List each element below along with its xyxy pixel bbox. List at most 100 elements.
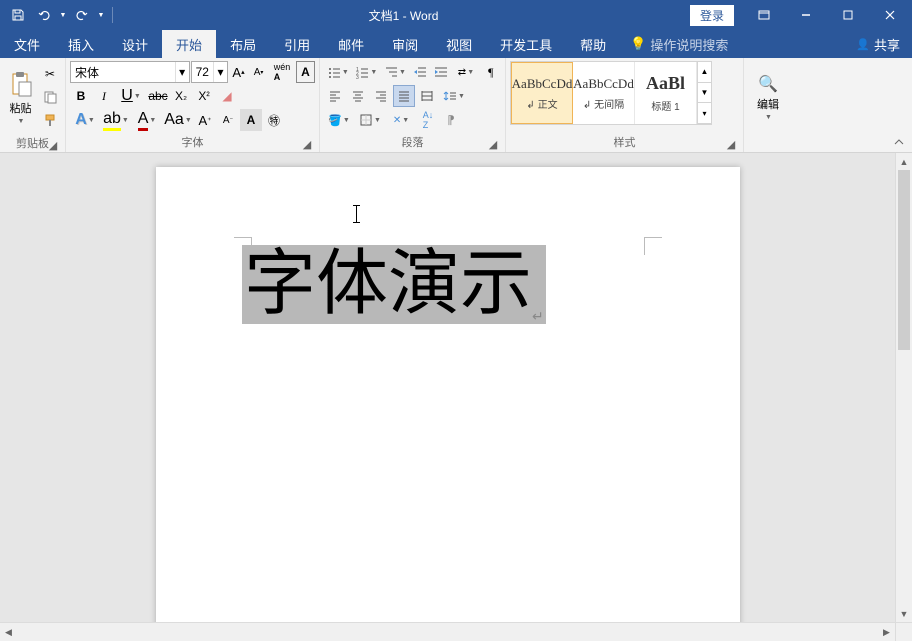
subscript-button[interactable]: X₂ [170,85,192,107]
tab-developer[interactable]: 开发工具 [486,30,566,58]
selected-text[interactable]: 字体演示↵ [242,245,546,324]
highlight-button[interactable]: ab▼ [101,109,131,131]
shading-button[interactable]: 🪣▼ [324,109,354,131]
asian-layout-button[interactable]: ⇄▼ [452,61,480,83]
share-button[interactable]: 👤 共享 [844,30,912,58]
tab-review[interactable]: 审阅 [378,30,432,58]
tab-mailings[interactable]: 邮件 [324,30,378,58]
scroll-thumb[interactable] [898,170,910,350]
editing-button[interactable]: 🔍 编辑 ▼ [748,61,788,133]
shrink-font-button[interactable]: A▾ [249,61,268,83]
numbering-button[interactable]: 123▼ [353,61,381,83]
login-button[interactable]: 登录 [690,5,734,26]
italic-button[interactable]: I [93,85,115,107]
bold-button[interactable]: B [70,85,92,107]
undo-dropdown-icon[interactable]: ▼ [58,3,68,27]
scroll-right-button[interactable]: ▶ [878,623,895,641]
tab-design[interactable]: 设计 [108,30,162,58]
paragraph-dialog-launcher[interactable]: ◢ [487,138,499,150]
show-marks-button[interactable]: ¶ [481,61,501,83]
distributed-button[interactable] [416,85,438,107]
scroll-down-button[interactable]: ▼ [896,605,912,622]
strikethrough-button[interactable]: abc [147,85,169,107]
chevron-down-icon[interactable]: ▾ [175,62,189,82]
underline-button[interactable]: U▼ [116,85,146,107]
tell-me-search[interactable]: 💡 操作说明搜索 [620,30,738,58]
paste-button[interactable]: 粘贴 ▼ [4,61,37,133]
paragraph-mark-icon: ↵ [532,308,544,324]
grow-font-button[interactable]: A▴ [229,61,248,83]
clipboard-dialog-launcher[interactable]: ◢ [47,139,59,151]
shrink-font2-button[interactable]: A⁻ [217,109,239,131]
copy-button[interactable] [39,86,61,108]
tab-help[interactable]: 帮助 [566,30,620,58]
pilcrow-icon: ⁋ [447,113,455,128]
cut-button[interactable]: ✂ [39,63,61,85]
tab-home[interactable]: 开始 [162,30,216,58]
style-nospacing[interactable]: AaBbCcDd ↲ 无间隔 [573,62,635,124]
phonetic-guide-button[interactable]: wénA [269,61,295,83]
tab-layout[interactable]: 布局 [216,30,270,58]
tab-view[interactable]: 视图 [432,30,486,58]
vertical-scrollbar[interactable]: ▲ ▼ [895,153,912,622]
decrease-indent-button[interactable] [410,61,430,83]
gallery-up-button[interactable]: ▲ [698,62,711,83]
increase-indent-button[interactable] [431,61,451,83]
align-left-button[interactable] [324,85,346,107]
scroll-up-button[interactable]: ▲ [896,153,912,170]
sort-button[interactable]: A↓Z [417,109,439,131]
character-border-button[interactable]: A [296,61,315,83]
collapse-ribbon-button[interactable] [890,134,908,150]
tab-references[interactable]: 引用 [270,30,324,58]
lightbulb-icon: 💡 [630,36,646,52]
align-center-button[interactable] [347,85,369,107]
tab-insert[interactable]: 插入 [54,30,108,58]
eraser-icon: ◢ [222,89,231,103]
align-justify-button[interactable] [393,85,415,107]
font-name-combo[interactable]: 宋体▾ [70,61,190,83]
tab-file[interactable]: 文件 [0,30,54,58]
qat-customize-icon[interactable]: ▼ [96,3,106,27]
grow-font2-button[interactable]: A⁺ [194,109,216,131]
font-color-button[interactable]: A▼ [132,109,162,131]
snap-to-grid-button[interactable]: ✕▼ [386,109,416,131]
bullets-button[interactable]: ▼ [324,61,352,83]
ribbon-display-icon[interactable] [744,0,784,30]
redo-icon[interactable] [70,3,94,27]
gallery-more-button[interactable]: ▾ [698,103,711,124]
superscript-button[interactable]: X² [193,85,215,107]
share-label: 共享 [874,35,900,54]
horizontal-scrollbar[interactable]: ◀ ▶ [0,622,895,641]
show-all-button[interactable]: ⁋ [440,109,462,131]
document-area[interactable]: 字体演示↵ [0,153,895,622]
style-normal[interactable]: AaBbCcDd ↲ 正文 [511,62,573,124]
styles-dialog-launcher[interactable]: ◢ [725,138,737,150]
page[interactable]: 字体演示↵ [156,167,740,622]
character-shading-button[interactable]: A [240,109,262,131]
line-spacing-button[interactable]: ▼ [439,85,469,107]
style-heading1[interactable]: AaBl 标题 1 [635,62,697,124]
chevron-down-icon: ▼ [765,114,772,121]
scroll-corner [895,622,912,641]
clear-formatting-button[interactable]: ◢ [216,85,238,107]
gallery-down-button[interactable]: ▼ [698,83,711,104]
close-icon[interactable] [870,0,910,30]
style-label: ↲ 无间隔 [583,96,624,111]
enclose-characters-button[interactable]: ㊕ [263,109,285,131]
font-size-combo[interactable]: 72▾ [191,61,228,83]
change-case-button[interactable]: Aa▼ [163,109,193,131]
minimize-icon[interactable] [786,0,826,30]
align-right-button[interactable] [370,85,392,107]
font-dialog-launcher[interactable]: ◢ [301,138,313,150]
text-effects-button[interactable]: A▼ [70,109,100,131]
undo-icon[interactable] [32,3,56,27]
scroll-left-button[interactable]: ◀ [0,623,17,641]
style-preview: AaBbCcDd [512,76,573,92]
chevron-down-icon[interactable]: ▾ [213,62,227,82]
chevron-down-icon: ▼ [18,118,25,125]
save-icon[interactable] [6,3,30,27]
borders-button[interactable]: ▼ [355,109,385,131]
format-painter-button[interactable] [39,109,61,131]
maximize-icon[interactable] [828,0,868,30]
multilevel-list-button[interactable]: ▼ [381,61,409,83]
